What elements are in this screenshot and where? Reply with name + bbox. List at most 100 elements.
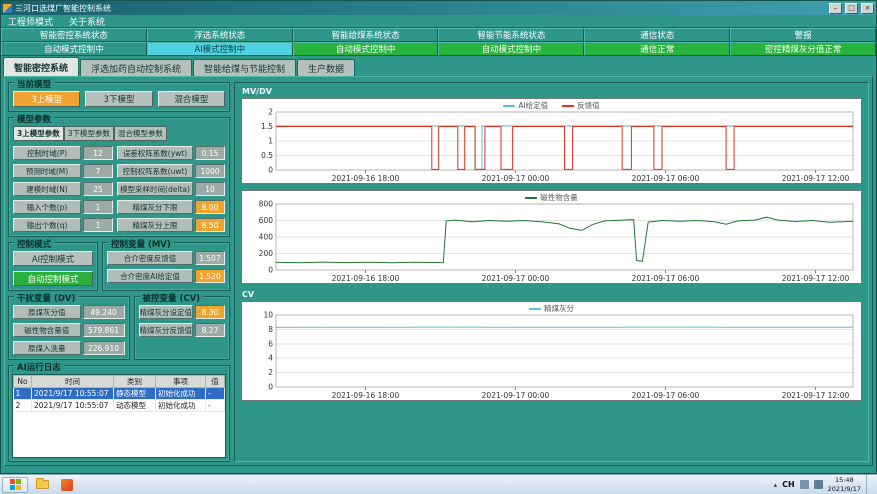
log-row-2[interactable]: 2 2021/9/17 10:55:07 动态模型 初始化成功 - [14, 400, 225, 412]
field-value: 226.910 [83, 341, 125, 355]
clock-time: 15:48 [828, 476, 861, 484]
field-value[interactable]: 1 [83, 218, 113, 232]
legend-line-swatch [562, 105, 574, 107]
close-button[interactable]: × [861, 3, 874, 14]
dv-raw-coal-ash: 原煤灰分值 49.240 [13, 305, 125, 319]
field-value[interactable]: 12 [83, 146, 113, 160]
param-tab-mixed[interactable]: 混合模型参数 [114, 126, 167, 141]
field-value[interactable]: 7 [83, 164, 113, 178]
start-button[interactable] [2, 477, 28, 493]
ai-control-mode-button[interactable]: AI控制模式 [13, 251, 93, 266]
input-language-indicator[interactable]: CH [782, 480, 795, 489]
svg-text:2021-09-17 06:00: 2021-09-17 06:00 [632, 274, 700, 283]
taskbar-clock[interactable]: 15:48 2021/9/17 [828, 476, 861, 493]
field-label: 建模时域(N) [13, 182, 81, 196]
svg-text:2021-09-17 06:00: 2021-09-17 06:00 [632, 174, 700, 183]
field-value[interactable]: 1 [83, 200, 113, 214]
log-cell-time: 2021/9/17 10:55:07 [32, 388, 114, 400]
hidden-icons-arrow[interactable]: ▴ [774, 481, 778, 489]
mv-density-feedback: 合介密度反馈值 1.507 [107, 251, 225, 265]
field-label: 原煤灰分值 [13, 305, 81, 319]
svg-text:600: 600 [259, 216, 274, 225]
field-value[interactable]: 0.15 [195, 146, 225, 160]
field-value: 49.240 [83, 305, 125, 319]
field-label: 合介密度AI给定值 [107, 269, 193, 283]
minimize-button[interactable]: – [829, 3, 842, 14]
field-value[interactable]: 10 [195, 182, 225, 196]
model-3down-button[interactable]: 3下模型 [85, 91, 152, 107]
ai-log-table-container[interactable]: No 时间 类别 事项 值 1 2021/9/17 10:55:07 [12, 374, 226, 458]
tray-volume-icon[interactable] [814, 480, 823, 489]
svg-text:4: 4 [268, 354, 273, 363]
field-value[interactable]: 25 [83, 182, 113, 196]
svg-text:2021-09-17 00:00: 2021-09-17 00:00 [482, 174, 550, 183]
status-value-dense-control: 自动模式控制中 [1, 42, 147, 56]
show-desktop-button[interactable] [866, 475, 872, 494]
param-predict-horizon: 预测时域(M) 7 [13, 164, 113, 178]
log-cell-value: - [206, 388, 225, 400]
menu-engineer-mode[interactable]: 工程师模式 [8, 15, 53, 28]
field-value[interactable]: 8.30 [195, 305, 225, 319]
field-label: 模型采样时间(delta) [117, 182, 193, 196]
field-label: 精煤灰分下限 [117, 200, 193, 214]
app-window: 三河口选煤厂智能控制系统 – □ × 工程师模式 关于系统 智能密控系统状态 浮… [0, 0, 877, 474]
explorer-taskbar-button[interactable] [31, 477, 53, 493]
ai-log-table: No 时间 类别 事项 值 1 2021/9/17 10:55:07 [13, 375, 225, 412]
ai-log-group: AI运行日志 No 时间 类别 事项 值 [8, 365, 230, 462]
svg-text:2021-09-17 12:00: 2021-09-17 12:00 [782, 391, 850, 400]
legend-line-swatch [525, 197, 537, 199]
log-row-1[interactable]: 1 2021/9/17 10:55:07 静态模型 初始化成功 - [14, 388, 225, 400]
model-mixed-button[interactable]: 混合模型 [158, 91, 225, 107]
log-cell-time: 2021/9/17 10:55:07 [32, 400, 114, 412]
param-ash-upper-limit: 精煤灰分上限 8.50 [117, 218, 225, 232]
tab-flotation-dosing-system[interactable]: 浮选加药自动控制系统 [80, 59, 192, 76]
status-value-comm: 通信正常 [584, 42, 730, 56]
model-params-group-title: 模型参数 [14, 113, 54, 125]
current-model-group: 当前模型 3上模型 3下模型 混合模型 [8, 82, 230, 112]
svg-text:2021-09-17 00:00: 2021-09-17 00:00 [482, 274, 550, 283]
mv-dv-section-label: MV/DV [242, 87, 862, 96]
log-cell-event: 初始化成功 [156, 388, 206, 400]
log-cell-type: 静态模型 [114, 388, 156, 400]
tray-network-icon[interactable] [800, 480, 809, 489]
svg-text:2021-09-17 12:00: 2021-09-17 12:00 [782, 274, 850, 283]
auto-control-mode-button[interactable]: 自动控制模式 [13, 271, 93, 286]
field-label: 控制权阵系数(uwt) [117, 164, 193, 178]
menu-about-system[interactable]: 关于系统 [69, 15, 105, 28]
status-label-dense-control: 智能密控系统状态 [1, 28, 147, 42]
cv-group-title: 被控变量 (CV) [140, 292, 204, 304]
status-label-alarm: 警报 [730, 28, 876, 42]
chart-svg: 00.511.522021-09-16 18:002021-09-17 00:0… [242, 99, 861, 183]
cv-ash-feedback: 精煤灰分反馈值 8.27 [139, 323, 226, 337]
mv-group-title: 控制变量 (MV) [108, 238, 174, 250]
field-label: 预测时域(M) [13, 164, 81, 178]
windows-logo-icon [10, 479, 21, 490]
svg-text:2021-09-17 06:00: 2021-09-17 06:00 [632, 391, 700, 400]
field-label: 精煤灰分设定值 [139, 305, 194, 319]
tab-production-data[interactable]: 生产数据 [297, 59, 355, 76]
app-taskbar-button[interactable] [56, 477, 78, 493]
log-col-event: 事项 [156, 376, 206, 388]
field-value[interactable]: 8.50 [195, 218, 225, 232]
status-label-coal-feed: 智能给煤系统状态 [293, 28, 439, 42]
param-tab-3up[interactable]: 3上模型参数 [13, 126, 64, 141]
field-value[interactable]: 1.520 [195, 269, 225, 283]
svg-text:200: 200 [259, 249, 274, 258]
svg-text:2021-09-16 18:00: 2021-09-16 18:00 [332, 174, 400, 183]
maximize-button[interactable]: □ [845, 3, 858, 14]
param-tab-3down[interactable]: 3下模型参数 [64, 126, 114, 141]
log-col-no: No [14, 376, 32, 388]
field-value[interactable]: 1000 [195, 164, 225, 178]
tab-dense-control-system[interactable]: 智能密控系统 [3, 57, 79, 76]
status-value-energy-save: 自动模式控制中 [438, 42, 584, 56]
charts-panel: MV/DV 00.511.522021-09-16 18:002021-09-1… [234, 82, 869, 462]
field-value[interactable]: 8.00 [195, 200, 225, 214]
system-tray: ▴ CH 15:48 2021/9/17 [774, 475, 875, 494]
field-label: 精煤灰分反馈值 [139, 323, 194, 337]
status-label-flotation: 浮选系统状态 [147, 28, 293, 42]
chart-legend: AI给定值反馈值 [242, 100, 861, 111]
model-params-group: 模型参数 3上模型参数 3下模型参数 混合模型参数 控制时域(P) 12 误差权… [8, 117, 230, 237]
svg-text:6: 6 [268, 339, 273, 348]
tab-coal-feed-energy-control[interactable]: 智能给煤与节能控制 [193, 59, 296, 76]
model-3up-button[interactable]: 3上模型 [13, 91, 80, 107]
